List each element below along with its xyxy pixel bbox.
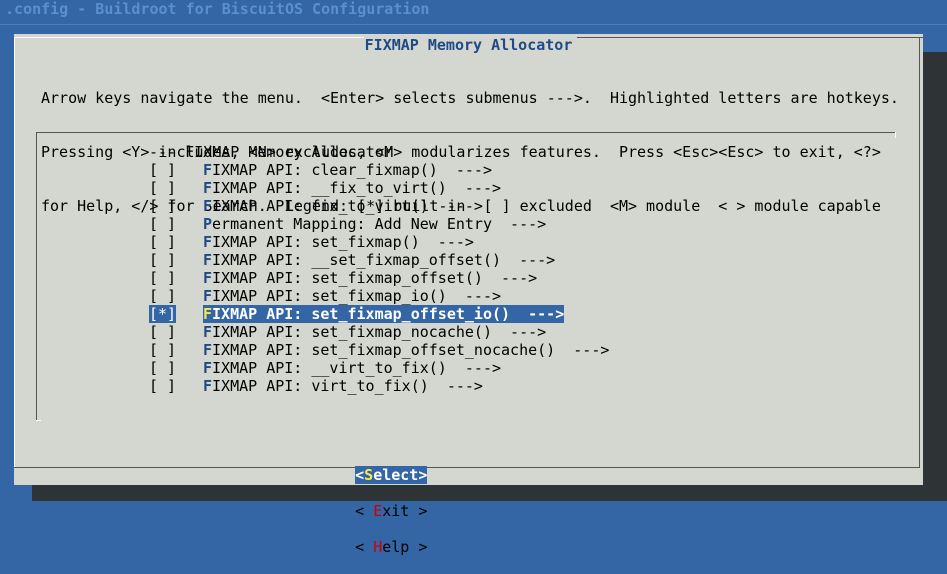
menu-item-label: Permanent Mapping: Add New Entry ---> [203, 215, 546, 233]
menu-item-hotkey: F [203, 377, 213, 395]
checkbox[interactable]: [ ] [149, 161, 176, 179]
exit-button[interactable]: < Exit > [355, 502, 427, 520]
menu-item-hotkey: P [203, 215, 213, 233]
exit-hotkey: E [373, 502, 383, 520]
menu-item-text: IXMAP API: set_fixmap_io() ---> [212, 287, 502, 305]
checkbox[interactable]: [ ] [149, 215, 176, 233]
menu-box-left [36, 132, 37, 420]
menu-item-text: IXMAP API: set_fixmap_offset_io() ---> [212, 305, 565, 323]
menu-item[interactable]: [ ] FIXMAP API: set_fixmap_offset_nocache… [149, 341, 609, 359]
menu-list: --- FIXMAP Memory Allocator [ ] FIXMAP AP… [149, 143, 609, 395]
menu-item-text: IXMAP API: set_fixmap_offset_nocache() -… [212, 341, 610, 359]
menu-box-top [36, 132, 896, 133]
menu-item-label: FIXMAP API: virt_to_fix() ---> [203, 377, 483, 395]
menu-header-label: --- FIXMAP Memory Allocator [149, 143, 393, 161]
menu-item-hotkey: F [203, 269, 213, 287]
menu-item-text: IXMAP API: set_fixmap_offset() ---> [212, 269, 538, 287]
menu-item-hotkey: F [203, 287, 213, 305]
select-button[interactable]: <Select> [355, 466, 428, 484]
menu-item-label: FIXMAP API: __set_fixmap_offset() ---> [203, 251, 555, 269]
menu-item[interactable]: [ ] FIXMAP API: __set_fixmap_offset() ---… [149, 251, 609, 269]
menu-box-corner [895, 132, 896, 138]
select-hotkey: S [364, 466, 374, 484]
menu-item-label: FIXMAP API: fix_to_virt() ---> [203, 197, 483, 215]
dialog-title: FIXMAP Memory Allocator [364, 36, 573, 54]
checkbox[interactable]: [ ] [149, 341, 176, 359]
menu-item[interactable]: [ ] FIXMAP API: __virt_to_fix() ---> [149, 359, 609, 377]
checkbox[interactable]: [ ] [149, 233, 176, 251]
menu-item-label: FIXMAP API: set_fixmap_offset() ---> [203, 269, 537, 287]
menu-item-hotkey: F [203, 251, 213, 269]
checkbox[interactable]: [ ] [149, 251, 176, 269]
menu-item[interactable]: [ ] FIXMAP API: set_fixmap() ---> [149, 233, 609, 251]
checkbox[interactable]: [ ] [149, 323, 176, 341]
button-bar: <Select> < Exit > < Help > [319, 448, 428, 574]
menu-item-hotkey: F [203, 341, 213, 359]
menu-item-hotkey: F [203, 233, 213, 251]
menu-item[interactable]: [*] FIXMAP API: set_fixmap_offset_io() --… [149, 305, 609, 323]
window-title: .config - Buildroot for BiscuitOS Config… [5, 0, 430, 18]
checkbox[interactable]: [ ] [149, 377, 176, 395]
menu-item[interactable]: [ ] FIXMAP API: set_fixmap_io() ---> [149, 287, 609, 305]
menu-item-hotkey: F [203, 197, 213, 215]
menu-item[interactable]: [ ] FIXMAP API: set_fixmap_offset() ---> [149, 269, 609, 287]
dialog-frame-bottom [14, 467, 920, 468]
menu-item[interactable]: [ ] FIXMAP API: set_fixmap_nocache() ---> [149, 323, 609, 341]
menu-item-text: ermanent Mapping: Add New Entry ---> [212, 215, 547, 233]
menu-item[interactable]: [ ] FIXMAP API: virt_to_fix() ---> [149, 377, 609, 395]
checkbox[interactable]: [ ] [149, 359, 176, 377]
menu-item-label: FIXMAP API: set_fixmap_offset_io() ---> [203, 305, 565, 323]
menu-item-hotkey: F [203, 179, 213, 197]
menu-item-label: FIXMAP API: __virt_to_fix() ---> [203, 359, 501, 377]
checkbox[interactable]: [ ] [149, 287, 176, 305]
menu-item-label: FIXMAP API: set_fixmap() ---> [203, 233, 474, 251]
menu-item-label: FIXMAP API: __fix_to_virt() ---> [203, 179, 501, 197]
menu-item-text: IXMAP API: set_fixmap() ---> [212, 233, 474, 251]
menu-item-text: IXMAP API: virt_to_fix() ---> [212, 377, 483, 395]
menu-item-text: IXMAP API: set_fixmap_nocache() ---> [212, 323, 547, 341]
help-line: Arrow keys navigate the menu. <Enter> se… [41, 89, 899, 107]
checkbox[interactable]: [*] [149, 305, 176, 323]
dialog-frame-right [919, 37, 920, 467]
menu-item-text: IXMAP API: __fix_to_virt() ---> [212, 179, 502, 197]
menu-item-hotkey: F [203, 161, 213, 179]
title-divider [0, 24, 947, 25]
menu-item-text: IXMAP API: clear_fixmap() ---> [212, 161, 492, 179]
menu-item[interactable]: [ ] FIXMAP API: clear_fixmap() ---> [149, 161, 609, 179]
menu-item[interactable]: [ ] FIXMAP API: __fix_to_virt() ---> [149, 179, 609, 197]
menu-item-label: FIXMAP API: set_fixmap_offset_nocache() … [203, 341, 609, 359]
menu-item-hotkey: F [203, 323, 213, 341]
menu-header: --- FIXMAP Memory Allocator [149, 143, 609, 161]
menu-item-hotkey: F [203, 305, 213, 323]
dialog-frame-left [14, 37, 15, 467]
menu-item[interactable]: [ ] Permanent Mapping: Add New Entry ---> [149, 215, 609, 233]
menu-item-text: IXMAP API: fix_to_virt() ---> [212, 197, 483, 215]
menu-box-bottom-left [36, 420, 41, 421]
checkbox[interactable]: [ ] [149, 197, 176, 215]
menu-item-text: IXMAP API: __virt_to_fix() ---> [212, 359, 502, 377]
menu-item-text: IXMAP API: __set_fixmap_offset() ---> [212, 251, 556, 269]
menu-item-label: FIXMAP API: set_fixmap_nocache() ---> [203, 323, 546, 341]
help-button[interactable]: < Help > [355, 538, 427, 556]
checkbox[interactable]: [ ] [149, 269, 176, 287]
menuconfig-dialog: FIXMAP Memory Allocator Arrow keys navig… [14, 34, 923, 556]
menu-item[interactable]: [ ] FIXMAP API: fix_to_virt() ---> [149, 197, 609, 215]
checkbox[interactable]: [ ] [149, 179, 176, 197]
help-hotkey: H [373, 538, 383, 556]
menu-item-label: FIXMAP API: set_fixmap_io() ---> [203, 287, 501, 305]
menu-item-label: FIXMAP API: clear_fixmap() ---> [203, 161, 492, 179]
menu-item-hotkey: F [203, 359, 213, 377]
